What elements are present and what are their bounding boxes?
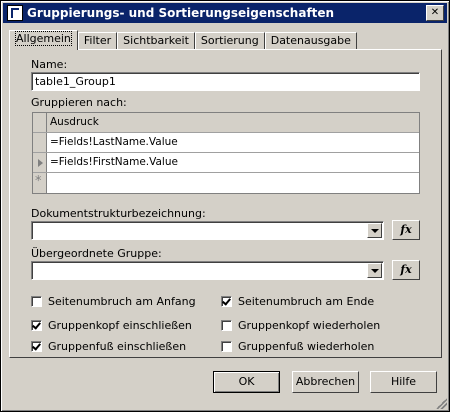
expression-cell[interactable]: =Fields!LastName.Value [50, 136, 178, 148]
parent-group-label: Übergeordnete Gruppe: [31, 247, 162, 260]
name-input[interactable]: table1_Group1 [31, 72, 420, 91]
row-selector[interactable] [33, 153, 47, 172]
checkbox-repeat-header[interactable]: Gruppenkopf wiederholen [221, 319, 380, 332]
header-corner [33, 113, 47, 132]
doc-map-expression-button[interactable]: fx [392, 220, 420, 240]
checkbox-box[interactable] [31, 320, 42, 331]
checkbox-include-footer[interactable]: Gruppenfuß einschließen [31, 340, 186, 353]
current-row-arrow-icon [38, 159, 43, 167]
checkbox-page-break-end[interactable]: Seitenumbruch am Ende [221, 295, 374, 308]
app-icon [7, 5, 23, 21]
checkbox-repeat-footer[interactable]: Gruppenfuß wiederholen [221, 340, 374, 353]
tab-datenausgabe[interactable]: Datenausgabe [264, 32, 357, 50]
new-row-asterisk-icon: * [35, 174, 42, 189]
tab-sichtbarkeit[interactable]: Sichtbarkeit [117, 32, 195, 50]
checkbox-box[interactable] [221, 296, 232, 307]
grid-column-header[interactable]: Ausdruck [50, 116, 99, 128]
parent-group-expression-button[interactable]: fx [392, 260, 420, 280]
dropdown-arrow-icon[interactable] [367, 263, 382, 278]
table-row-new[interactable]: * [33, 173, 419, 193]
group-by-label: Gruppieren nach: [31, 96, 127, 109]
tab-strip: Allgemein Filter Sichtbarkeit Sortierung… [9, 30, 357, 50]
row-selector[interactable] [33, 133, 47, 152]
checkbox-box[interactable] [221, 341, 232, 352]
checkbox-box[interactable] [221, 320, 232, 331]
checkbox-page-break-start[interactable]: Seitenumbruch am Anfang [31, 295, 196, 308]
window-title: Gruppierungs- und Sortierungseigenschaft… [27, 6, 335, 20]
checkbox-box[interactable] [31, 296, 42, 307]
resize-grip-icon[interactable] [436, 398, 447, 409]
expression-cell[interactable]: =Fields!FirstName.Value [50, 156, 178, 168]
cancel-button[interactable]: Abbrechen [292, 371, 359, 393]
tab-panel: Name: table1_Group1 Gruppieren nach: Aus… [9, 49, 442, 358]
checkbox-box[interactable] [31, 341, 42, 352]
name-label: Name: [31, 58, 68, 71]
close-button[interactable]: ✕ [426, 5, 444, 21]
dropdown-arrow-icon[interactable] [367, 223, 382, 238]
dialog-window: Gruppierungs- und Sortierungseigenschaft… [0, 0, 450, 412]
tab-sortierung[interactable]: Sortierung [194, 32, 265, 50]
doc-map-combobox[interactable] [31, 221, 384, 240]
tab-allgemein[interactable]: Allgemein [9, 30, 78, 50]
grid-header-row: Ausdruck [33, 113, 419, 133]
table-row[interactable]: =Fields!LastName.Value [33, 133, 419, 153]
row-selector[interactable]: * [33, 173, 47, 193]
tab-filter[interactable]: Filter [77, 32, 118, 50]
title-bar[interactable]: Gruppierungs- und Sortierungseigenschaft… [3, 3, 447, 23]
checkbox-include-header[interactable]: Gruppenkopf einschließen [31, 319, 192, 332]
group-by-grid: Ausdruck =Fields!LastName.Value =Fields!… [32, 112, 420, 194]
help-button[interactable]: Hilfe [370, 371, 437, 393]
table-row[interactable]: =Fields!FirstName.Value [33, 153, 419, 173]
parent-group-combobox[interactable] [31, 261, 384, 280]
doc-map-label: Dokumentstrukturbezeichnung: [31, 207, 206, 220]
ok-button[interactable]: OK [213, 371, 280, 393]
